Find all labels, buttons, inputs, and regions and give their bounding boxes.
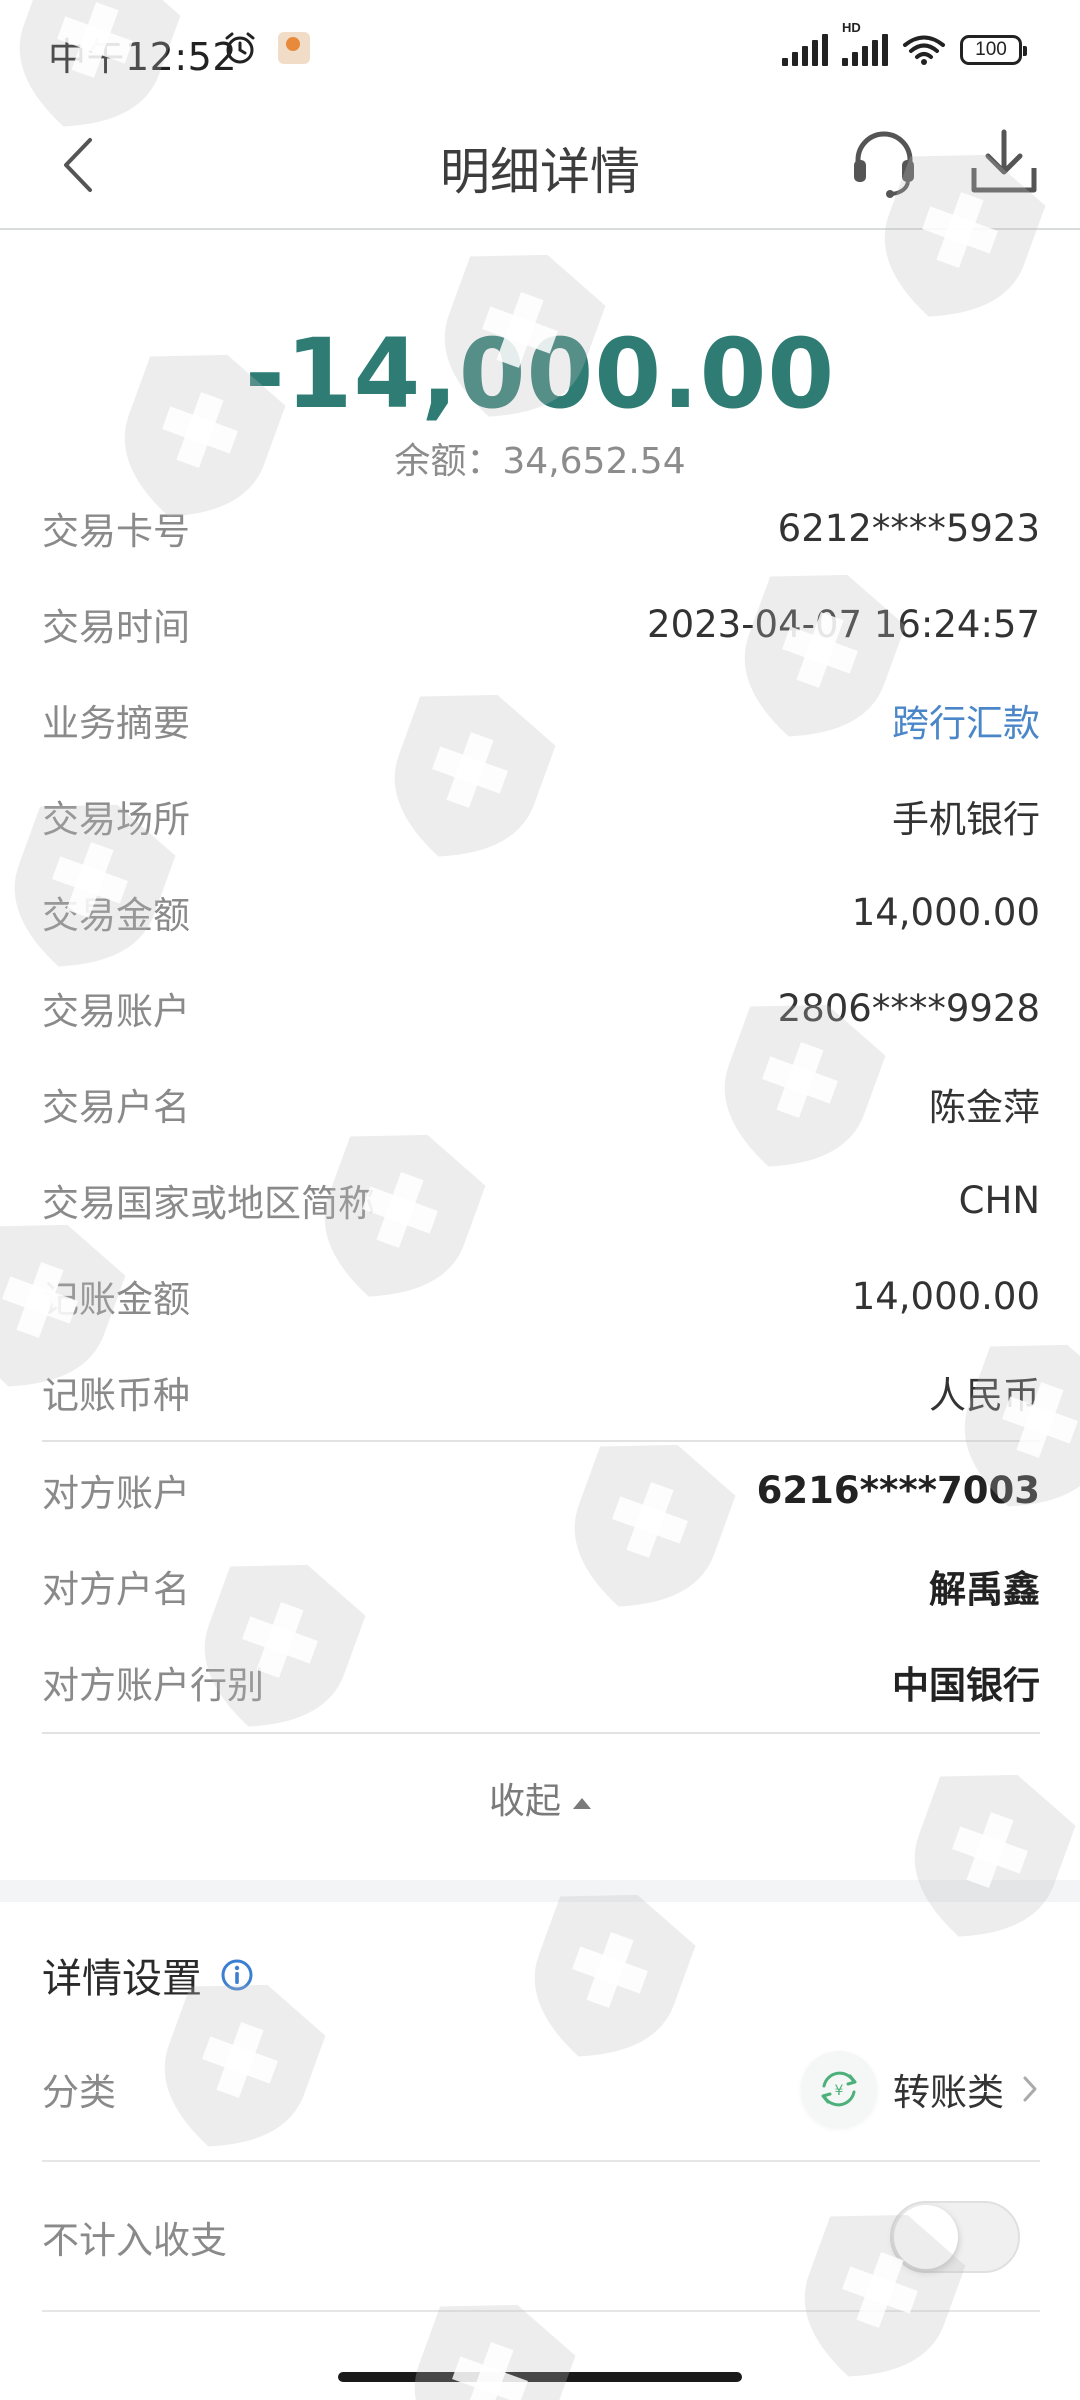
customer-service-icon[interactable] (846, 124, 922, 200)
collapse-label: 收起 (488, 1781, 561, 1822)
settings-divider (42, 2310, 1040, 2312)
detail-value: CHN (958, 1178, 1040, 1222)
exclude-toggle[interactable] (890, 2201, 1020, 2273)
signal-hd-icon: HD (842, 20, 888, 66)
detail-row: 交易时间 2023-04-07 16:24:57 (42, 576, 1040, 672)
detail-value: 中国银行 (892, 1664, 1040, 1707)
detail-value: 2806****9928 (777, 986, 1040, 1030)
counterparty-row: 对方户名 解禹鑫 (42, 1538, 1040, 1634)
nav-header: 明细详情 (0, 100, 1080, 230)
detail-label: 交易时间 (42, 606, 190, 649)
caret-up-icon (573, 1797, 591, 1809)
exclude-row: 不计入收支 (42, 2162, 1040, 2312)
category-row[interactable]: 分类 ¥ 转账类 (42, 2014, 1040, 2164)
detail-row: 交易国家或地区简称 CHN (42, 1152, 1040, 1248)
detail-value: 手机银行 (892, 798, 1040, 841)
app-notification-icon (278, 32, 310, 64)
detail-row: 业务摘要 跨行汇款 (42, 672, 1040, 768)
section-divider (42, 1732, 1040, 1734)
battery-icon: 100 (960, 35, 1027, 65)
detail-settings-header: 详情设置 (42, 1946, 254, 2004)
detail-value: 陈金萍 (929, 1086, 1040, 1129)
detail-label: 对方户名 (42, 1568, 190, 1611)
detail-label: 交易国家或地区简称 (42, 1182, 375, 1225)
alarm-icon (225, 32, 255, 64)
category-selector[interactable]: ¥ 转账类 (801, 2051, 1040, 2127)
detail-row: 交易场所 手机银行 (42, 768, 1040, 864)
info-icon[interactable] (220, 1958, 254, 1992)
collapse-button[interactable]: 收起 (0, 1772, 1080, 1824)
status-bar: 中午12:52 HD 100 (0, 0, 1080, 100)
detail-row: 交易卡号 6212****5923 (42, 480, 1040, 576)
exclude-label: 不计入收支 (42, 2219, 227, 2262)
detail-label: 交易场所 (42, 798, 190, 841)
detail-list: 交易卡号 6212****5923 交易时间 2023-04-07 16:24:57… (42, 480, 1040, 1734)
business-summary-link[interactable]: 跨行汇款 (892, 693, 1040, 747)
detail-label: 业务摘要 (42, 702, 190, 745)
counterparty-row: 对方账户 6216****7003 (42, 1442, 1040, 1538)
detail-value: 人民币 (929, 1374, 1040, 1417)
counterparty-row: 对方账户行别 中国银行 (42, 1634, 1040, 1730)
detail-value: 14,000.00 (851, 1274, 1040, 1318)
transaction-amount: -14,000.00 (244, 318, 836, 430)
balance-label: 余额： (394, 441, 503, 482)
detail-row: 交易账户 2806****9928 (42, 960, 1040, 1056)
balance-value: 34,652.54 (502, 441, 686, 482)
detail-label: 对方账户行别 (42, 1664, 264, 1707)
detail-value: 6216****7003 (756, 1468, 1040, 1512)
svg-text:¥: ¥ (835, 2083, 844, 2099)
category-value: 转账类 (893, 2071, 1004, 2114)
home-indicator[interactable] (338, 2372, 742, 2382)
detail-row: 记账币种 人民币 (42, 1344, 1040, 1440)
toggle-knob (894, 2205, 958, 2269)
detail-label: 交易账户 (42, 990, 190, 1033)
chevron-right-icon (1023, 2076, 1037, 2102)
detail-row: 交易金额 14,000.00 (42, 864, 1040, 960)
detail-label: 记账金额 (42, 1278, 190, 1321)
detail-label: 交易金额 (42, 894, 190, 937)
status-time: 中午12:52 (48, 35, 238, 79)
balance-line: 余额：34,652.54 (0, 432, 1080, 484)
category-label: 分类 (42, 2071, 116, 2114)
detail-value: 14,000.00 (851, 890, 1040, 934)
wifi-icon (903, 35, 945, 65)
download-icon[interactable] (966, 124, 1042, 200)
hd-label: HD (842, 20, 861, 35)
detail-row: 交易户名 陈金萍 (42, 1056, 1040, 1152)
detail-value: 解禹鑫 (929, 1568, 1040, 1611)
detail-label: 交易户名 (42, 1086, 190, 1129)
detail-label: 记账币种 (42, 1374, 190, 1417)
signal-icon (782, 34, 828, 66)
detail-value: 2023-04-07 16:24:57 (647, 602, 1040, 646)
detail-row: 记账金额 14,000.00 (42, 1248, 1040, 1344)
transfer-category-icon: ¥ (801, 2051, 877, 2127)
detail-value: 6212****5923 (777, 506, 1040, 550)
settings-title: 详情设置 (42, 1956, 202, 2002)
detail-label: 对方账户 (42, 1472, 190, 1515)
section-gap (0, 1880, 1080, 1902)
detail-label: 交易卡号 (42, 510, 190, 553)
